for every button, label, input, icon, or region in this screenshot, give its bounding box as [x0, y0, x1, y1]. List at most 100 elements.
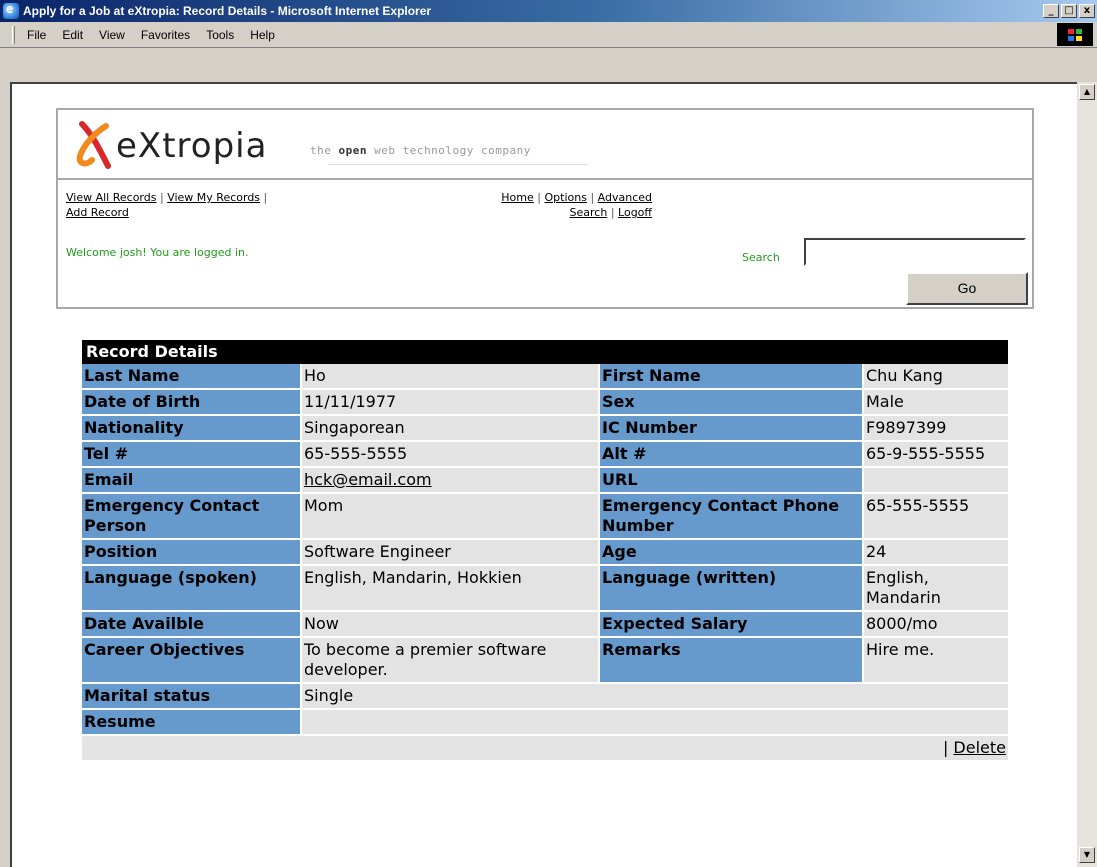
record-actions: | Delete: [82, 736, 1008, 762]
window-title-bar[interactable]: Apply for a Job at eXtropia: Record Deta…: [0, 0, 1097, 22]
nav-separator: |: [263, 191, 268, 204]
field-value-last-name: Ho: [300, 364, 598, 390]
table-row: Language (spoken) English, Mandarin, Hokk…: [82, 566, 1008, 612]
field-label-language-spoken: Language (spoken): [82, 566, 300, 612]
nav-separator: |: [610, 206, 615, 219]
table-row: Emergency Contact Person Mom Emergency Con…: [82, 494, 1008, 540]
table-row: Resume: [82, 710, 1008, 736]
field-label-tel: Tel #: [82, 442, 300, 468]
windows-flag-icon: [1068, 28, 1082, 41]
field-value-alt: 65-9-555-5555: [862, 442, 1008, 468]
view-all-records-link[interactable]: View All Records: [66, 191, 156, 204]
field-value-url: [862, 468, 1008, 494]
field-value-sex: Male: [862, 390, 1008, 416]
table-row: Career Objectives To become a premier sof…: [82, 638, 1008, 684]
nav-separator: |: [590, 191, 595, 204]
field-label-expected-salary: Expected Salary: [598, 612, 862, 638]
tagline-pre: the: [310, 144, 339, 157]
table-row: Nationality Singaporean IC Number F9897399: [82, 416, 1008, 442]
scroll-up-arrow-icon[interactable]: ▲: [1079, 84, 1095, 100]
field-label-alt: Alt #: [598, 442, 862, 468]
table-row: Position Software Engineer Age 24: [82, 540, 1008, 566]
field-value-language-written: English, Mandarin: [862, 566, 1008, 612]
field-label-position: Position: [82, 540, 300, 566]
field-value-position: Software Engineer: [300, 540, 598, 566]
logo-row: eXtropia the open web technology company: [58, 110, 1032, 180]
field-label-first-name: First Name: [598, 364, 862, 390]
field-value-remarks: Hire me.: [862, 638, 1008, 684]
record-details-title: Record Details: [82, 340, 1008, 364]
field-value-emergency-contact-phone-number: 65-555-5555: [862, 494, 1008, 540]
go-button[interactable]: Go: [906, 272, 1028, 305]
menu-view[interactable]: View: [91, 26, 133, 44]
record-details-table: Last Name Ho First Name Chu Kang Date of Bir…: [82, 364, 1008, 762]
scroll-down-arrow-icon[interactable]: ▼: [1079, 847, 1095, 863]
table-row: Date of Birth 11/11/1977 Sex Male: [82, 390, 1008, 416]
field-value-expected-salary: 8000/mo: [862, 612, 1008, 638]
field-label-language-written: Language (written): [598, 566, 862, 612]
field-value-tel: 65-555-5555: [300, 442, 598, 468]
add-record-link[interactable]: Add Record: [66, 206, 129, 219]
field-label-date-of-birth: Date of Birth: [82, 390, 300, 416]
vertical-scrollbar[interactable]: ▲ ▼: [1077, 82, 1097, 867]
action-separator: |: [942, 738, 949, 757]
home-link[interactable]: Home: [501, 191, 533, 204]
field-value-language-spoken: English, Mandarin, Hokkien: [300, 566, 598, 612]
menu-favorites[interactable]: Favorites: [133, 26, 198, 44]
tagline: the open web technology company: [310, 144, 531, 157]
field-value-date-availble: Now: [300, 612, 598, 638]
extropia-logo-icon: [76, 121, 111, 169]
table-footer-row: | Delete: [82, 736, 1008, 762]
field-label-nationality: Nationality: [82, 416, 300, 442]
close-button[interactable]: x: [1079, 4, 1095, 18]
field-label-emergency-contact-person: Emergency Contact Person: [82, 494, 300, 540]
toolbar-area: [0, 48, 1097, 82]
logo-text: eXtropia: [116, 126, 268, 166]
window-controls: _ □ x: [1043, 4, 1095, 18]
minimize-button[interactable]: _: [1043, 4, 1059, 18]
windows-logo: [1057, 23, 1093, 46]
window-title: Apply for a Job at eXtropia: Record Deta…: [23, 4, 432, 18]
table-row: Date Availble Now Expected Salary 8000/mo: [82, 612, 1008, 638]
email-link[interactable]: hck@email.com: [304, 470, 432, 489]
field-value-email: hck@email.com: [300, 468, 598, 494]
field-value-resume: [300, 710, 1008, 736]
toolbar-grip[interactable]: [12, 25, 15, 44]
field-value-nationality: Singaporean: [300, 416, 598, 442]
field-label-url: URL: [598, 468, 862, 494]
field-label-age: Age: [598, 540, 862, 566]
menu-file[interactable]: File: [19, 26, 54, 44]
search-link[interactable]: Search: [570, 206, 608, 219]
tagline-post: web technology company: [367, 144, 531, 157]
nav-separator: |: [159, 191, 164, 204]
internet-explorer-icon: [3, 1, 19, 19]
field-label-emergency-contact-phone-number: Emergency Contact Phone Number: [598, 494, 862, 540]
logoff-link[interactable]: Logoff: [618, 206, 652, 219]
advanced-link[interactable]: Advanced: [598, 191, 652, 204]
menu-help[interactable]: Help: [242, 26, 283, 44]
menu-tools[interactable]: Tools: [198, 26, 242, 44]
nav-separator: |: [537, 191, 541, 204]
table-row: Email hck@email.com URL: [82, 468, 1008, 494]
tagline-divider: [328, 164, 588, 165]
welcome-message: Welcome josh! You are logged in.: [66, 246, 249, 259]
table-row: Tel #65-555-5555 Alt #65-9-555-5555: [82, 442, 1008, 468]
delete-link[interactable]: Delete: [953, 738, 1006, 757]
field-label-marital-status: Marital status: [82, 684, 300, 710]
field-value-marital-status: Single: [300, 684, 1008, 710]
maximize-button[interactable]: □: [1061, 4, 1077, 18]
table-row: Last Name Ho First Name Chu Kang: [82, 364, 1008, 390]
search-input[interactable]: [804, 238, 1026, 266]
site-nav: Home | Options | Advanced Search | Logof…: [424, 190, 652, 220]
field-value-age: 24: [862, 540, 1008, 566]
field-label-email: Email: [82, 468, 300, 494]
field-value-date-of-birth: 11/11/1977: [300, 390, 598, 416]
field-label-remarks: Remarks: [598, 638, 862, 684]
field-label-date-availble: Date Availble: [82, 612, 300, 638]
menu-bar: File Edit View Favorites Tools Help: [0, 22, 1097, 48]
options-link[interactable]: Options: [544, 191, 586, 204]
menu-edit[interactable]: Edit: [54, 26, 91, 44]
tagline-bold: open: [338, 144, 367, 157]
view-my-records-link[interactable]: View My Records: [167, 191, 260, 204]
field-value-ic-number: F9897399: [862, 416, 1008, 442]
